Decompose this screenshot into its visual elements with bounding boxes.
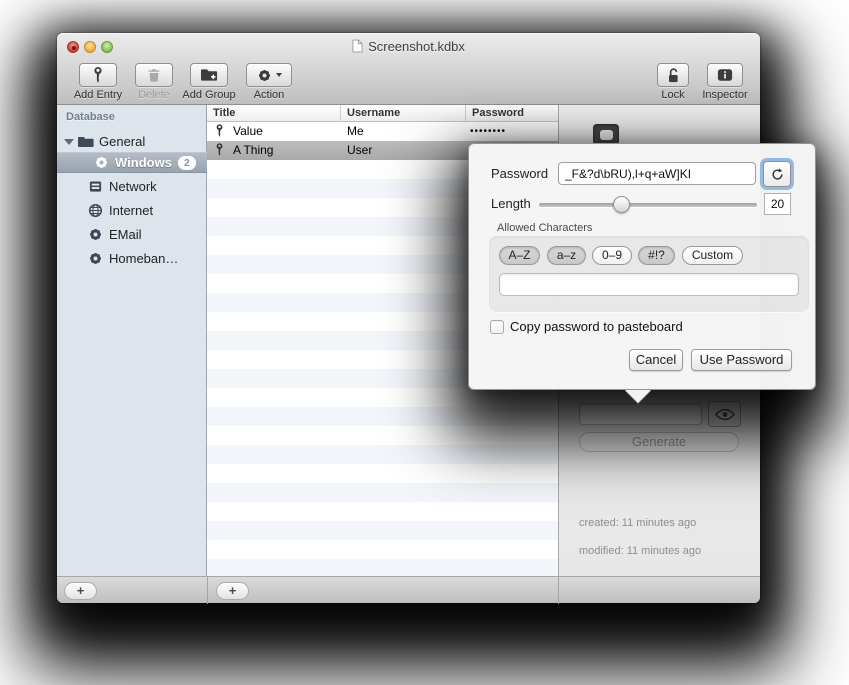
action-label: Action xyxy=(242,89,296,101)
sidebar-item-label: Internet xyxy=(109,203,153,218)
footer-bar: + + xyxy=(57,576,760,603)
sidebar-item-label: General xyxy=(99,134,145,149)
charset-pill-custom[interactable]: Custom xyxy=(682,246,743,265)
charset-group-box: A–Z a–z 0–9 #!? Custom xyxy=(489,236,809,312)
sidebar-item-label: EMail xyxy=(109,227,142,242)
length-value-field[interactable] xyxy=(764,193,791,215)
window-title: Screenshot.kdbx xyxy=(368,39,465,54)
column-header-password[interactable]: Password xyxy=(466,105,558,122)
sidebar-item-homebanking[interactable]: Homeban… xyxy=(57,248,207,269)
generated-password-field[interactable] xyxy=(558,162,756,185)
length-slider-thumb[interactable] xyxy=(613,196,630,213)
length-slider[interactable] xyxy=(539,203,757,207)
refresh-icon xyxy=(771,168,784,181)
disclosure-triangle-icon[interactable] xyxy=(64,139,74,145)
table-header: Title Username Password xyxy=(207,105,558,122)
length-label: Length xyxy=(491,196,531,211)
custom-charset-field[interactable] xyxy=(499,273,799,296)
add-entry-button[interactable]: Add Entry xyxy=(68,63,128,101)
inspector-info-icon xyxy=(717,68,733,82)
cell-title: Value xyxy=(233,122,341,141)
entry-icon xyxy=(600,130,613,140)
sidebar: Database General Windows 2 xyxy=(57,105,207,576)
cancel-button[interactable]: Cancel xyxy=(629,349,683,371)
lock-icon xyxy=(666,67,681,84)
add-group-button[interactable]: Add Group xyxy=(178,63,240,101)
globe-icon xyxy=(88,203,104,219)
sidebar-item-email[interactable]: EMail xyxy=(57,224,207,245)
cell-password: •••••••• xyxy=(470,122,558,141)
window-title-group: Screenshot.kdbx xyxy=(57,39,760,55)
cell-username: Me xyxy=(347,122,466,141)
sidebar-item-label: Homeban… xyxy=(109,251,178,266)
popover-arrow xyxy=(625,390,651,403)
gear-icon xyxy=(88,227,104,243)
sidebar-item-label: Windows xyxy=(115,155,172,170)
gear-icon xyxy=(257,68,272,83)
charset-pill-digits[interactable]: 0–9 xyxy=(592,246,632,265)
allowed-characters-label: Allowed Characters xyxy=(497,222,592,234)
sidebar-item-label: Network xyxy=(109,179,157,194)
entry-icon-well[interactable] xyxy=(593,124,619,145)
add-entry-label: Add Entry xyxy=(68,89,128,101)
sidebar-item-general[interactable]: General xyxy=(57,131,207,152)
sidebar-item-network[interactable]: Network xyxy=(57,176,207,197)
action-button[interactable]: Action xyxy=(242,63,296,101)
delete-label: Delete xyxy=(130,89,178,101)
add-group-label: Add Group xyxy=(178,89,240,101)
password-generator-popover: Password Length Allowed Characters A–Z a… xyxy=(468,143,816,390)
network-icon xyxy=(88,179,104,195)
document-icon xyxy=(352,39,363,53)
cell-username: User xyxy=(347,141,466,160)
copy-to-pasteboard-checkbox[interactable] xyxy=(490,320,504,334)
key-icon xyxy=(214,143,225,157)
password-label: Password xyxy=(491,166,548,181)
key-icon xyxy=(214,124,225,138)
lock-label: Lock xyxy=(655,89,691,101)
column-header-username[interactable]: Username xyxy=(341,105,466,122)
sidebar-section-header: Database xyxy=(66,111,115,123)
lock-button[interactable]: Lock xyxy=(655,63,691,101)
folder-plus-icon xyxy=(201,68,218,82)
use-password-button[interactable]: Use Password xyxy=(691,349,792,371)
chevron-down-icon xyxy=(276,73,282,77)
inspector-label: Inspector xyxy=(695,89,755,101)
copy-to-pasteboard-label: Copy password to pasteboard xyxy=(510,319,683,334)
key-icon xyxy=(91,67,105,84)
charset-pill-symbols[interactable]: #!? xyxy=(638,246,675,265)
cell-title: A Thing xyxy=(233,141,341,160)
column-header-title[interactable]: Title xyxy=(207,105,341,122)
footer-divider xyxy=(558,577,559,604)
gear-icon xyxy=(88,251,104,267)
trash-icon xyxy=(147,68,161,83)
generate-button[interactable]: Generate xyxy=(579,432,739,452)
created-timestamp: created: 11 minutes ago xyxy=(579,517,696,529)
entry-count-badge: 2 xyxy=(178,156,196,170)
table-row[interactable]: Value Me •••••••• xyxy=(207,122,558,141)
add-entry-plus-button[interactable]: + xyxy=(216,582,249,600)
titlebar[interactable]: Screenshot.kdbx Add Entry Delete Add Gro… xyxy=(57,33,760,105)
inspector-password-field[interactable] xyxy=(579,403,702,425)
inspector-button[interactable]: Inspector xyxy=(695,63,755,101)
sidebar-item-internet[interactable]: Internet xyxy=(57,200,207,221)
gear-icon xyxy=(94,155,110,171)
show-password-button[interactable] xyxy=(708,401,741,427)
regenerate-button[interactable] xyxy=(763,161,791,187)
modified-timestamp: modified: 11 minutes ago xyxy=(579,545,701,557)
sidebar-item-windows[interactable]: Windows 2 xyxy=(57,152,207,173)
folder-icon xyxy=(78,134,94,150)
add-group-plus-button[interactable]: + xyxy=(64,582,97,600)
charset-pill-uppercase[interactable]: A–Z xyxy=(499,246,540,265)
eye-icon xyxy=(715,408,735,421)
footer-divider xyxy=(207,577,208,604)
delete-button: Delete xyxy=(130,63,178,101)
charset-pill-lowercase[interactable]: a–z xyxy=(547,246,586,265)
desktop: Screenshot.kdbx Add Entry Delete Add Gro… xyxy=(0,0,849,685)
